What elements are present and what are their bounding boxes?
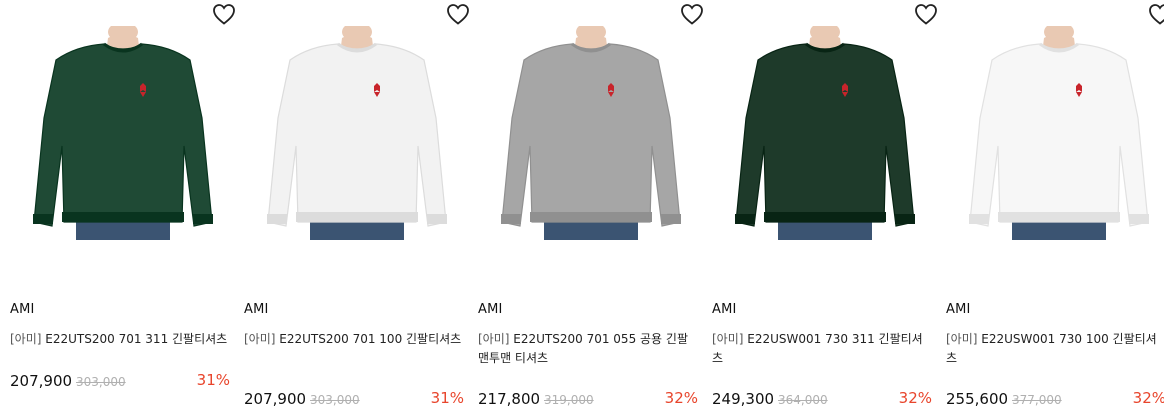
product-name-prefix: [아미] — [712, 332, 744, 346]
sale-price: 207,900 — [244, 390, 307, 406]
product-name-text: E22UTS200 701 055 공용 긴팔맨투맨 티셔츠 — [478, 332, 688, 365]
product-name[interactable]: [아미] E22UTS200 701 311 긴팔티셔츠 — [10, 330, 230, 349]
product-name-text: E22USW001 730 311 긴팔티셔츠 — [712, 332, 923, 365]
product-name-prefix: [아미] — [10, 332, 42, 346]
product-card[interactable]: AMI [아미] E22UTS200 701 311 긴팔티셔츠 207,900… — [10, 0, 236, 406]
original-price: 377,000 — [1012, 393, 1062, 406]
product-brand[interactable]: AMI — [946, 302, 971, 317]
product-name-text: E22UTS200 701 100 긴팔티셔츠 — [279, 332, 462, 346]
original-price: 319,000 — [544, 393, 594, 406]
price-row: 249,300 364,000 32% — [712, 389, 932, 406]
heart-outline-icon[interactable] — [1148, 3, 1164, 25]
product-card[interactable]: AMI [아미] E22UTS200 701 055 공용 긴팔맨투맨 티셔츠 … — [478, 0, 704, 406]
original-price: 303,000 — [310, 393, 360, 406]
product-brand[interactable]: AMI — [712, 302, 737, 317]
sale-price: 217,800 — [478, 390, 541, 406]
price-row: 207,900 303,000 31% — [10, 371, 230, 393]
product-image[interactable] — [718, 26, 932, 240]
original-price: 303,000 — [76, 375, 126, 389]
price-row: 217,800 319,000 32% — [478, 389, 698, 406]
discount-rate: 31% — [196, 371, 230, 389]
product-card[interactable]: AMI [아미] E22USW001 730 100 긴팔티셔츠 255,600… — [946, 0, 1164, 406]
product-name[interactable]: [아미] E22USW001 730 100 긴팔티셔츠 — [946, 330, 1164, 368]
product-name-prefix: [아미] — [478, 332, 510, 346]
product-image[interactable] — [952, 26, 1164, 240]
heart-outline-icon[interactable] — [212, 3, 236, 25]
discount-rate: 31% — [430, 389, 464, 406]
discount-rate: 32% — [898, 389, 932, 406]
sale-price: 249,300 — [712, 390, 775, 406]
product-name-prefix: [아미] — [244, 332, 276, 346]
product-name-text: E22UTS200 701 311 긴팔티셔츠 — [45, 332, 228, 346]
product-name[interactable]: [아미] E22USW001 730 311 긴팔티셔츠 — [712, 330, 932, 368]
sale-price: 207,900 — [10, 372, 73, 390]
product-name[interactable]: [아미] E22UTS200 701 055 공용 긴팔맨투맨 티셔츠 — [478, 330, 698, 368]
price-row: 255,600 377,000 32% — [946, 389, 1164, 406]
product-card[interactable]: AMI [아미] E22UTS200 701 100 긴팔티셔츠 207,900… — [244, 0, 470, 406]
product-card[interactable]: AMI [아미] E22USW001 730 311 긴팔티셔츠 249,300… — [712, 0, 938, 406]
product-image[interactable] — [484, 26, 698, 240]
heart-outline-icon[interactable] — [914, 3, 938, 25]
product-brand[interactable]: AMI — [244, 302, 269, 317]
heart-outline-icon[interactable] — [446, 3, 470, 25]
heart-outline-icon[interactable] — [680, 3, 704, 25]
sale-price: 255,600 — [946, 390, 1009, 406]
product-brand[interactable]: AMI — [10, 302, 35, 317]
product-name-prefix: [아미] — [946, 332, 978, 346]
product-image[interactable] — [16, 26, 230, 240]
product-name-text: E22USW001 730 100 긴팔티셔츠 — [946, 332, 1157, 365]
discount-rate: 32% — [664, 389, 698, 406]
discount-rate: 32% — [1132, 389, 1164, 406]
price-row: 207,900 303,000 31% — [244, 389, 464, 406]
original-price: 364,000 — [778, 393, 828, 406]
product-image[interactable] — [250, 26, 464, 240]
product-name[interactable]: [아미] E22UTS200 701 100 긴팔티셔츠 — [244, 330, 464, 349]
product-grid: AMI [아미] E22UTS200 701 311 긴팔티셔츠 207,900… — [0, 0, 1164, 406]
product-brand[interactable]: AMI — [478, 302, 503, 317]
